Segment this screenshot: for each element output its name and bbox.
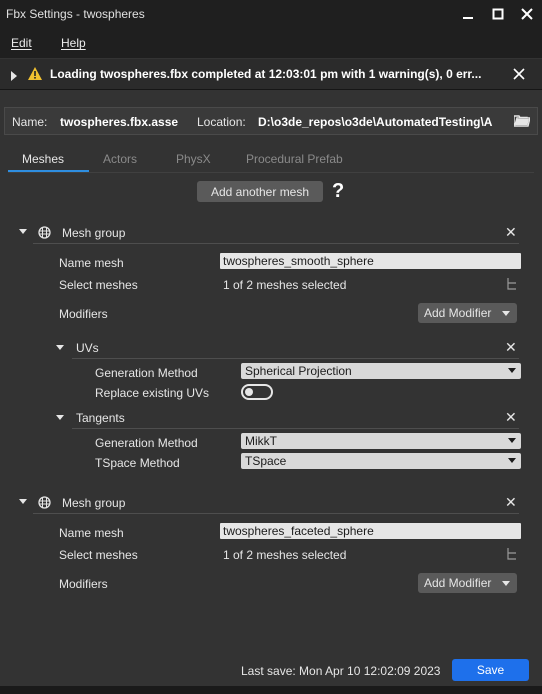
menu-edit[interactable]: Edit	[11, 36, 32, 50]
save-button[interactable]: Save	[452, 659, 529, 681]
tab-divider	[8, 172, 534, 173]
warning-icon	[28, 67, 42, 83]
name-mesh-input[interactable]: twospheres_faceted_sphere	[220, 523, 521, 539]
tangents-header: Tangents	[76, 411, 125, 425]
toggle-knob	[245, 388, 253, 396]
location-label: Location:	[197, 115, 246, 129]
name-label: Name:	[12, 115, 48, 129]
select-meshes-label: Select meshes	[59, 548, 138, 562]
tab-physx[interactable]: PhysX	[176, 152, 211, 166]
expand-notification-icon[interactable]	[11, 70, 17, 84]
collapse-uvs-icon[interactable]	[56, 345, 64, 350]
mesh-group-header: Mesh group	[62, 226, 126, 240]
divider	[72, 358, 519, 359]
dropdown-icon	[508, 438, 516, 443]
select-meshes-value: 1 of 2 meshes selected	[223, 548, 347, 562]
select-meshes-label: Select meshes	[59, 278, 138, 292]
file-name-value: twospheres.fbx.asse	[60, 115, 179, 129]
collapse-mesh-group-icon[interactable]	[19, 229, 27, 234]
add-another-mesh-button[interactable]: Add another mesh	[197, 181, 323, 202]
divider	[33, 513, 519, 514]
add-modifier-label: Add Modifier	[424, 576, 492, 590]
tangent-generation-method-select[interactable]: MikkT	[241, 433, 521, 449]
dropdown-icon	[508, 368, 516, 373]
collapse-mesh-group-icon[interactable]	[19, 499, 27, 504]
add-modifier-button[interactable]: Add Modifier	[418, 303, 517, 323]
folder-icon[interactable]	[513, 114, 531, 130]
remove-mesh-group-button[interactable]: ✕	[505, 495, 517, 509]
close-window-button[interactable]	[512, 0, 542, 28]
uvs-header: UVs	[76, 341, 99, 355]
dropdown-icon	[502, 311, 510, 316]
add-modifier-button[interactable]: Add Modifier	[418, 573, 517, 593]
select-meshes-value: 1 of 2 meshes selected	[223, 278, 347, 292]
window-title: Fbx Settings - twospheres	[6, 7, 145, 21]
modifiers-label: Modifiers	[59, 307, 108, 321]
tangent-generation-method-label: Generation Method	[95, 436, 198, 450]
dropdown-icon	[508, 458, 516, 463]
tangent-generation-method-value: MikkT	[245, 434, 277, 448]
replace-existing-uvs-toggle[interactable]	[241, 384, 273, 400]
last-save-text: Last save: Mon Apr 10 12:02:09 2023	[241, 664, 441, 678]
close-icon	[513, 68, 525, 80]
mesh-group-icon	[38, 496, 51, 512]
menu-help[interactable]: Help	[61, 36, 86, 50]
maximize-icon	[492, 8, 504, 20]
tab-meshes[interactable]: Meshes	[22, 152, 64, 166]
add-modifier-label: Add Modifier	[424, 306, 492, 320]
maximize-button[interactable]	[483, 0, 513, 28]
minimize-button[interactable]	[453, 0, 483, 28]
help-icon[interactable]: ?	[332, 180, 344, 203]
close-icon	[521, 8, 533, 20]
dismiss-notification-button[interactable]	[513, 68, 525, 83]
remove-tangents-button[interactable]: ✕	[505, 410, 517, 424]
name-mesh-input[interactable]: twospheres_smooth_sphere	[220, 253, 521, 269]
tspace-method-label: TSpace Method	[95, 456, 180, 470]
remove-uvs-button[interactable]: ✕	[505, 340, 517, 354]
location-value: D:\o3de_repos\o3de\AutomatedTesting\A	[258, 115, 493, 129]
mesh-group-header: Mesh group	[62, 496, 126, 510]
collapse-tangents-icon[interactable]	[56, 415, 64, 420]
mesh-group-icon	[38, 226, 51, 242]
divider	[33, 243, 519, 244]
tspace-method-select[interactable]: TSpace	[241, 453, 521, 469]
hierarchy-icon[interactable]	[506, 278, 518, 294]
notification-text: Loading twospheres.fbx completed at 12:0…	[50, 67, 482, 81]
tab-actors[interactable]: Actors	[103, 152, 137, 166]
uv-generation-method-select[interactable]: Spherical Projection	[241, 363, 521, 379]
remove-mesh-group-button[interactable]: ✕	[505, 225, 517, 239]
active-tab-indicator	[8, 170, 89, 172]
modifiers-label: Modifiers	[59, 577, 108, 591]
minimize-icon	[463, 17, 473, 19]
bottom-edge	[0, 686, 542, 694]
dropdown-icon	[502, 581, 510, 586]
hierarchy-icon[interactable]	[506, 548, 518, 564]
uv-generation-method-value: Spherical Projection	[245, 364, 352, 378]
tspace-method-value: TSpace	[245, 454, 287, 468]
uv-generation-method-label: Generation Method	[95, 366, 198, 380]
name-mesh-label: Name mesh	[59, 526, 124, 540]
divider	[72, 428, 519, 429]
tab-procedural-prefab[interactable]: Procedural Prefab	[246, 152, 343, 166]
replace-existing-uvs-label: Replace existing UVs	[95, 386, 210, 400]
name-mesh-label: Name mesh	[59, 256, 124, 270]
